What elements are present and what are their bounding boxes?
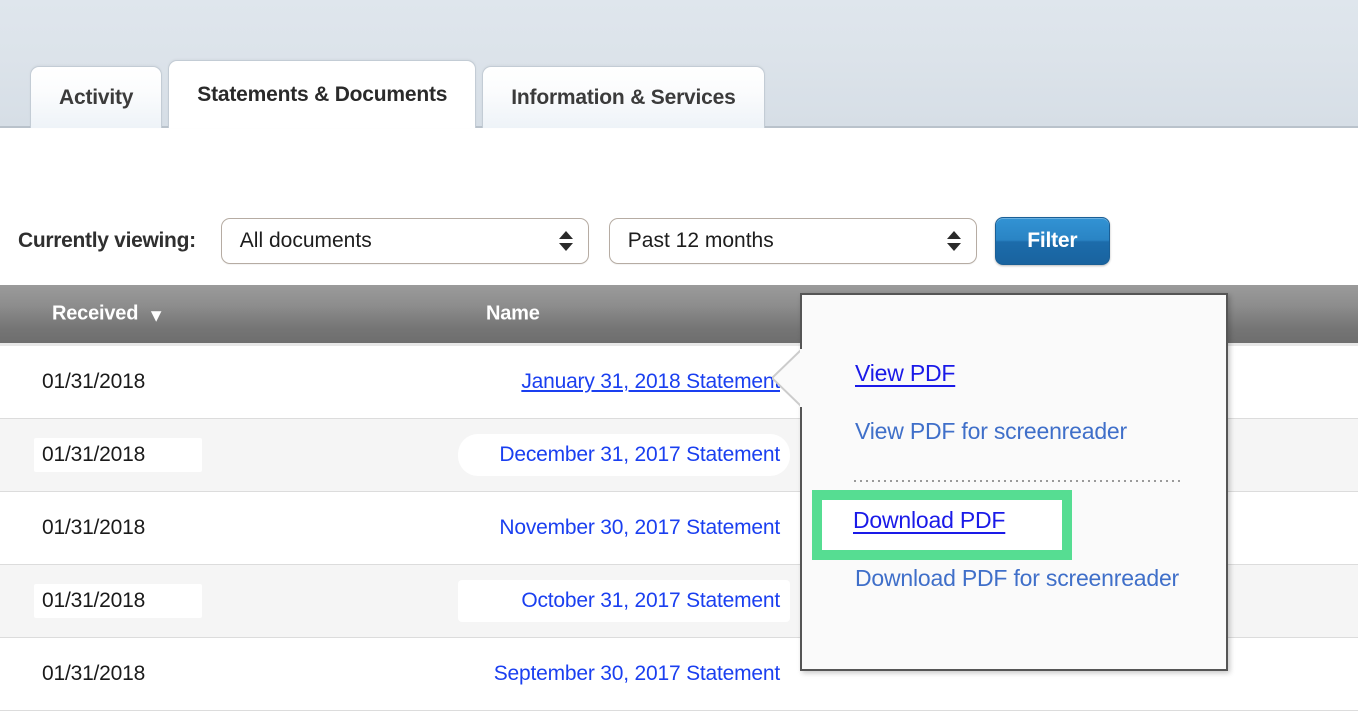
sort-descending-icon: ▼	[147, 305, 165, 325]
tab-statements-and-documents-label: Statements & Documents	[197, 82, 448, 106]
time-period-select-value: Past 12 months	[627, 229, 774, 252]
cell-received: 01/31/2018	[42, 589, 146, 612]
tab-activity-label: Activity	[59, 85, 134, 109]
statement-link[interactable]: January 31, 2018 Statement	[521, 370, 780, 393]
cell-name: November 30, 2017 Statement	[380, 516, 780, 540]
column-header-received[interactable]: Received ▼	[52, 303, 165, 326]
tab-activity[interactable]: Activity	[30, 66, 163, 128]
pdf-actions-popup: View PDF View PDF for screenreader Downl…	[772, 293, 1228, 671]
menu-item-view-pdf-screenreader[interactable]: View PDF for screenreader	[855, 418, 1127, 445]
tab-bar: Activity Statements & Documents Informat…	[30, 60, 771, 128]
menu-item-download-pdf-screenreader[interactable]: Download PDF for screenreader	[855, 565, 1179, 592]
filter-toolbar: Currently viewing: All documents Past 12…	[0, 212, 1358, 270]
cell-received: 01/31/2018	[42, 516, 146, 539]
cell-received: 01/31/2018	[42, 662, 146, 685]
statement-link[interactable]: December 31, 2017 Statement	[499, 443, 780, 466]
menu-separator	[854, 480, 1180, 482]
column-header-name[interactable]: Name	[486, 303, 540, 326]
document-type-select[interactable]: All documents	[220, 218, 589, 264]
column-header-name-label: Name	[486, 302, 540, 325]
currently-viewing-label: Currently viewing:	[18, 229, 196, 252]
tab-statements-and-documents[interactable]: Statements & Documents	[168, 60, 477, 128]
cell-name: September 30, 2017 Statement	[380, 662, 780, 686]
filter-button[interactable]: Filter	[994, 217, 1110, 265]
column-header-received-label: Received	[52, 302, 139, 325]
popup-callout-arrow-icon	[772, 349, 802, 407]
cell-received: 01/31/2018	[42, 370, 146, 393]
menu-item-view-pdf[interactable]: View PDF	[855, 360, 955, 387]
filter-button-label: Filter	[1027, 229, 1078, 252]
statement-link[interactable]: October 31, 2017 Statement	[521, 589, 780, 612]
time-period-select[interactable]: Past 12 months	[608, 218, 977, 264]
cell-received: 01/31/2018	[42, 443, 146, 466]
menu-item-download-pdf[interactable]: Download PDF	[853, 507, 1005, 534]
stepper-icon	[558, 226, 573, 256]
cell-name: October 31, 2017 Statement	[380, 589, 780, 613]
cell-name: December 31, 2017 Statement	[380, 443, 780, 467]
statement-link[interactable]: September 30, 2017 Statement	[494, 662, 780, 685]
cell-name: January 31, 2018 Statement	[380, 370, 780, 394]
stepper-icon	[946, 226, 961, 256]
tab-information-and-services-label: Information & Services	[511, 85, 736, 109]
tab-information-and-services[interactable]: Information & Services	[482, 66, 765, 128]
document-type-select-value: All documents	[239, 229, 372, 252]
statement-link[interactable]: November 30, 2017 Statement	[499, 516, 780, 539]
top-chrome-bar: Activity Statements & Documents Informat…	[0, 0, 1358, 128]
